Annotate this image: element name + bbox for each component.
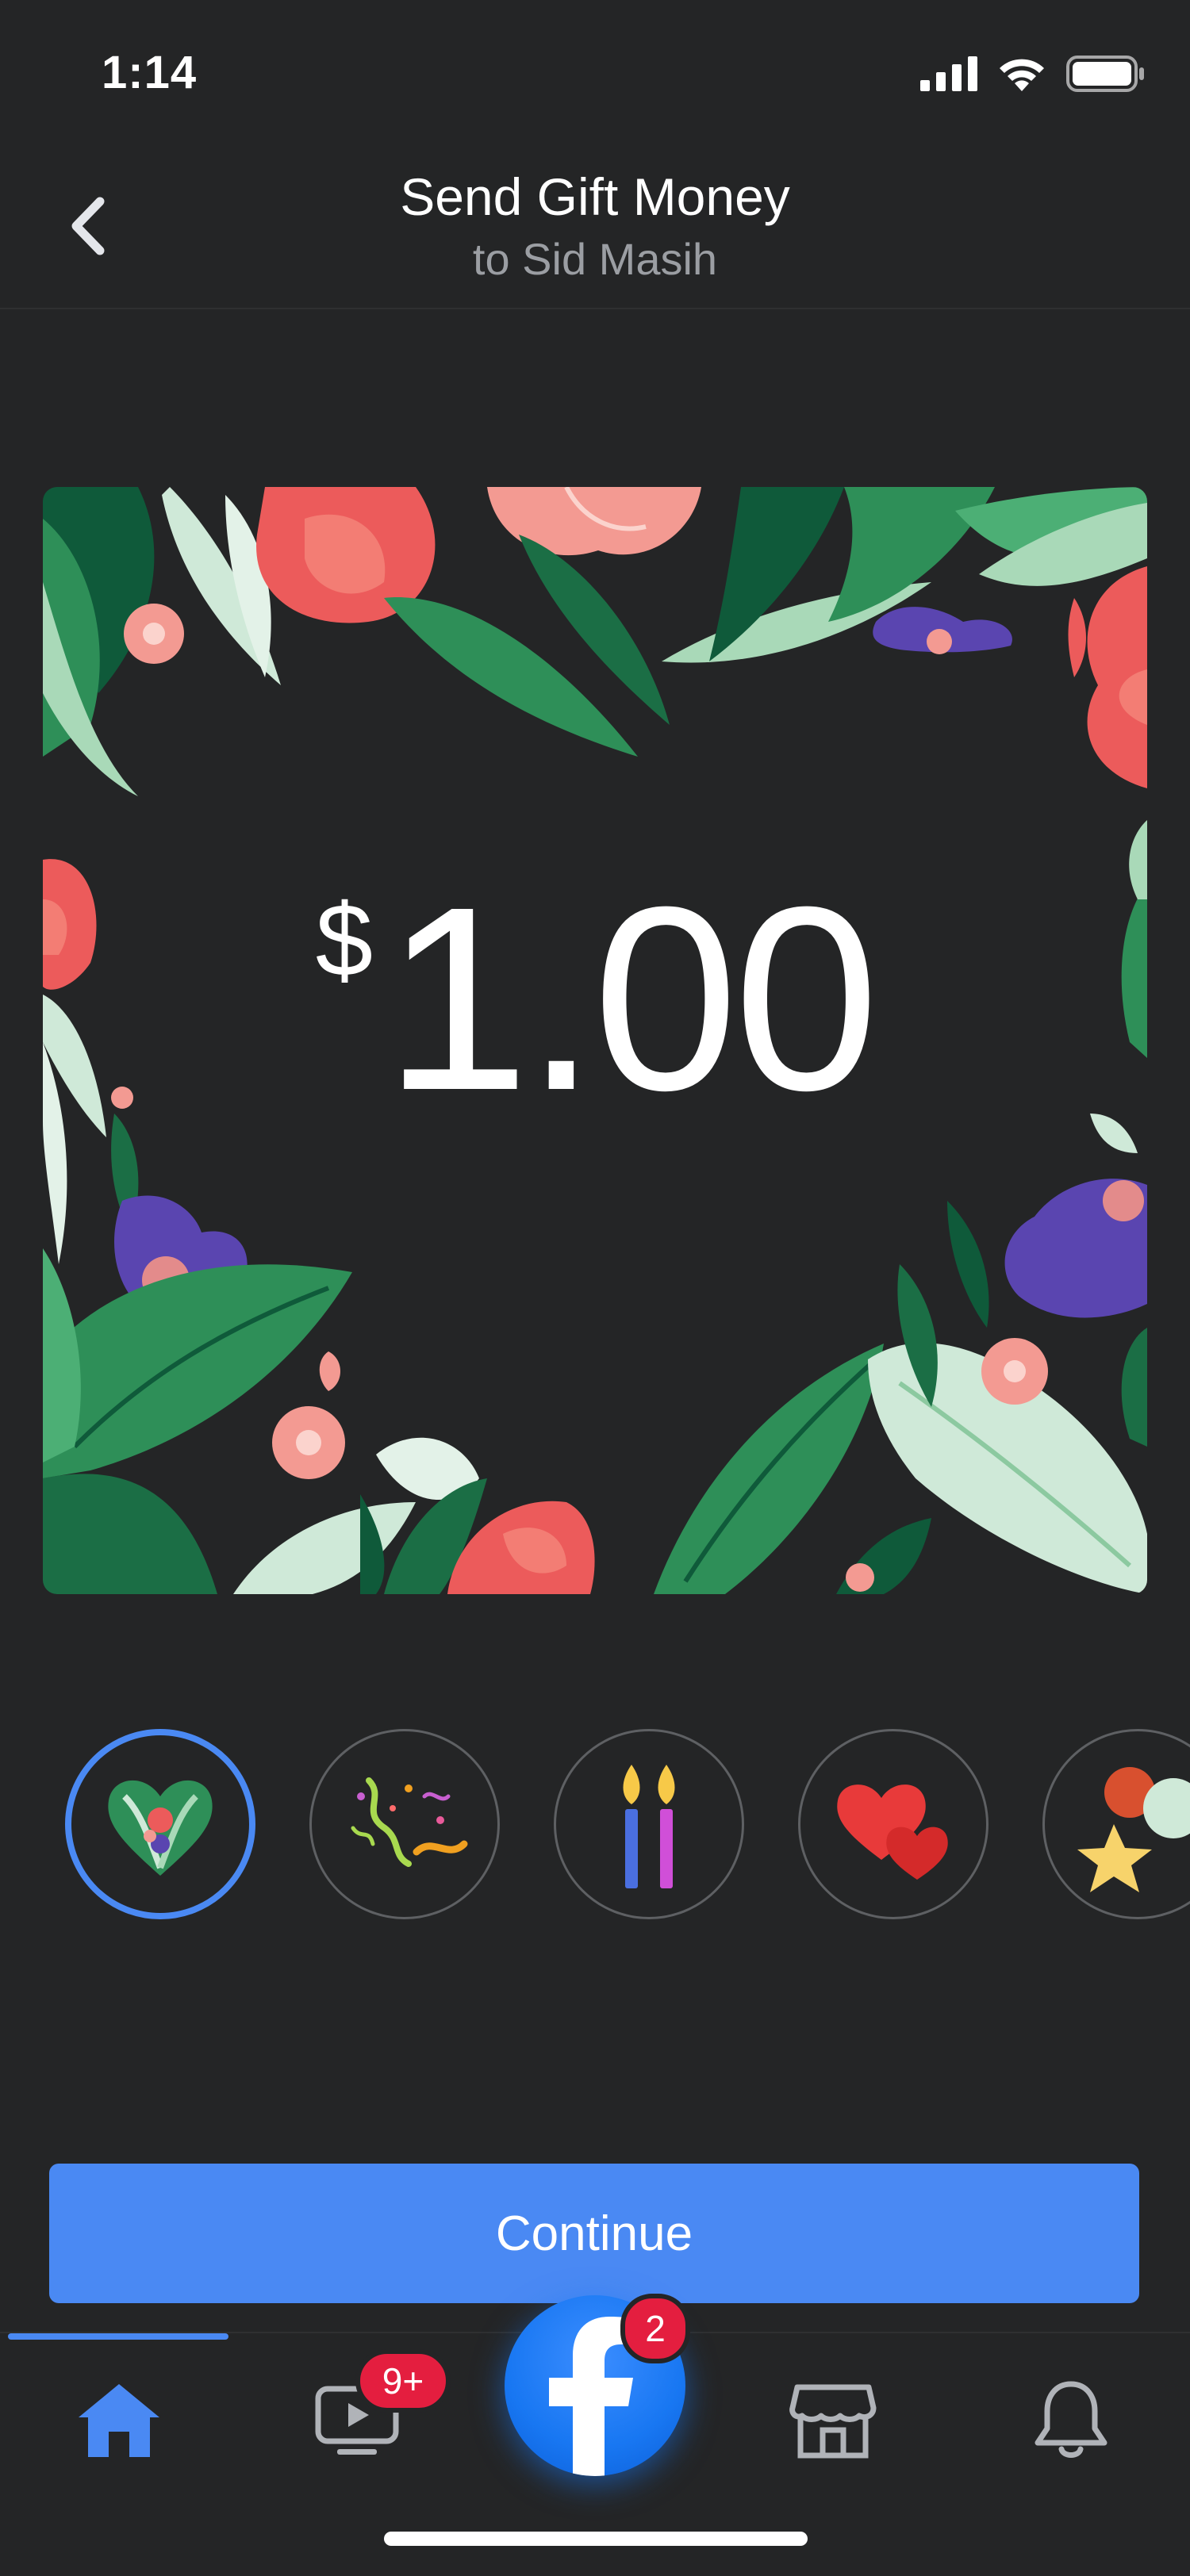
recipient-subtitle: to Sid Masih — [472, 234, 718, 284]
floral-heart-icon — [108, 1780, 213, 1876]
tab-marketplace[interactable] — [777, 2365, 889, 2476]
balloons-star-icon — [1077, 1767, 1190, 1892]
tab-home[interactable] — [63, 2365, 175, 2476]
amount-value: 1.00 — [384, 852, 879, 1144]
cellular-signal-icon — [920, 56, 977, 91]
status-time: 1:14 — [102, 47, 198, 98]
home-icon — [79, 2384, 159, 2457]
gift-money-screen: 1:14 Send Gift Money to Sid Masih $ 1.00… — [0, 0, 1190, 2576]
continue-button[interactable]: Continue — [49, 2164, 1139, 2303]
wifi-icon — [1000, 59, 1044, 91]
theme-hearts[interactable] — [798, 1729, 988, 1919]
theme-birthday-candles[interactable] — [554, 1729, 744, 1919]
facebook-badge: 2 — [620, 2294, 690, 2363]
currency-symbol: $ — [315, 882, 374, 998]
gift-card: $ 1.00 — [43, 487, 1147, 1594]
theme-floral-heart[interactable] — [65, 1729, 255, 1919]
battery-icon — [1066, 56, 1144, 92]
theme-selector — [0, 1729, 1190, 1927]
hearts-icon — [837, 1784, 948, 1880]
confetti-icon — [351, 1777, 468, 1867]
theme-balloons-star[interactable] — [1042, 1729, 1190, 1919]
page-title: Send Gift Money — [400, 167, 790, 226]
tab-notifications[interactable] — [1015, 2365, 1127, 2476]
birthday-candles-icon — [623, 1765, 675, 1888]
watch-badge: 9+ — [355, 2349, 451, 2413]
gift-amount: $ 1.00 — [43, 868, 1147, 1129]
marketplace-icon — [789, 2384, 877, 2459]
active-tab-indicator — [8, 2333, 228, 2340]
home-indicator — [384, 2532, 808, 2546]
bell-icon — [1035, 2381, 1107, 2458]
status-bar: 1:14 — [0, 0, 1190, 151]
theme-confetti[interactable] — [309, 1729, 500, 1919]
header: Send Gift Money to Sid Masih — [0, 151, 1190, 309]
status-icons — [920, 56, 1146, 92]
